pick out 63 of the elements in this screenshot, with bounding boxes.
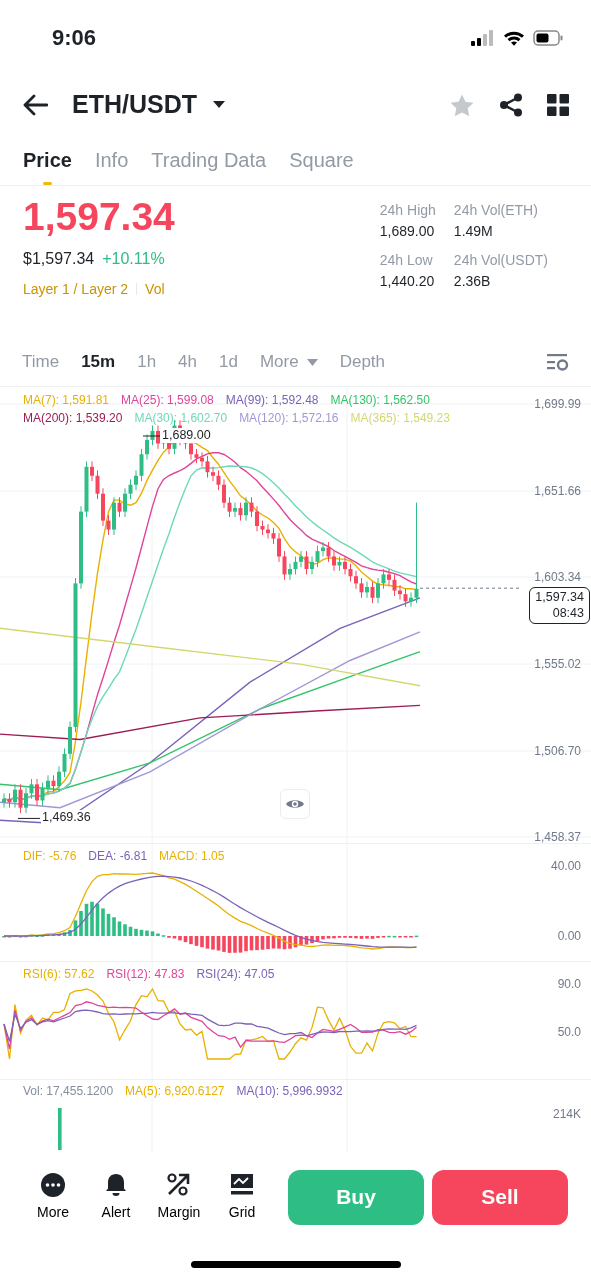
last-price: 1,597.34 [23, 196, 175, 239]
tab[interactable]: Info [94, 145, 129, 185]
stat-value: 2.36B [453, 272, 492, 291]
indicator-label: MA(5): 6,920.6127 [125, 1083, 225, 1100]
interval-tab[interactable]: 15m [81, 349, 116, 375]
stat-label: 24h Low [379, 251, 434, 270]
interval-tab[interactable]: Depth [339, 349, 386, 375]
stat-label: 24h Vol(ETH) [453, 201, 539, 220]
category-tag[interactable]: Layer 1 / Layer 2 [23, 278, 129, 300]
interval-tab[interactable]: 1h [137, 349, 157, 375]
indicator-label: RSI(24): 47.05 [196, 966, 275, 983]
indicator-label: MA(7): 1,591.81 [23, 392, 110, 409]
action-button[interactable]: Alert [89, 1171, 143, 1223]
indicator-label: MA(10): 5,996.9932 [236, 1083, 343, 1100]
axis-label: 0.00 [557, 928, 581, 945]
axis-label: 50.0 [557, 1024, 581, 1041]
stat-value: 1,440.20 [379, 272, 436, 291]
indicator-label: MA(30): 1,602.70 [134, 410, 228, 427]
indicator-label: MA(365): 1,549.23 [350, 410, 450, 427]
axis-label: 1,555.02 [534, 656, 581, 673]
tab[interactable]: Square [289, 145, 354, 185]
indicator-label: MA(130): 1,562.50 [330, 392, 430, 409]
tab[interactable]: Price [23, 145, 72, 185]
interval-tab[interactable]: Time [22, 349, 60, 375]
current-price-tag: 1,597.34 08:43 [529, 587, 590, 624]
axis-label: 214K [552, 1106, 581, 1123]
status-time: 9:06 [52, 24, 97, 52]
high-price-label: 1,689.00 [161, 428, 212, 443]
indicator-label: MA(200): 1,539.20 [23, 410, 123, 427]
axis-label: 40.00 [550, 858, 581, 875]
action-button[interactable]: Margin [152, 1171, 206, 1223]
interval-tab[interactable]: 4h [178, 349, 198, 375]
axis-label: 1,699.99 [534, 396, 581, 413]
indicator-label: MA(25): 1,599.08 [121, 392, 214, 409]
indicator-label: MA(120): 1,572.16 [239, 410, 339, 427]
axis-label: 90.0 [557, 976, 581, 993]
axis-label: 1,651.66 [534, 483, 581, 500]
interval-tab[interactable]: More [259, 349, 299, 375]
indicator-label: DIF: -5.76 [23, 848, 77, 865]
usd-price: $1,597.34 [23, 248, 95, 269]
indicator-label: Vol: 17,455.1200 [23, 1083, 114, 1100]
action-button[interactable]: More [26, 1171, 80, 1223]
indicator-label: DEA: -6.81 [88, 848, 148, 865]
action-button[interactable]: Grid [215, 1171, 269, 1223]
stat-label: 24h High [379, 201, 436, 220]
sell-button[interactable]: Sell [432, 1169, 568, 1225]
interval-tab[interactable]: 1d [219, 349, 238, 375]
indicator-label: MACD: 1.05 [159, 848, 225, 865]
price-change: +10.11% [102, 248, 165, 269]
indicator-label: MA(99): 1,592.48 [225, 392, 319, 409]
pair-title[interactable]: ETH/USDT [72, 86, 197, 124]
low-price-label: 1,469.36 [41, 810, 92, 826]
indicator-label: RSI(6): 57.62 [23, 966, 95, 983]
category-tag[interactable]: Vol [145, 278, 165, 300]
stat-value: 1.49M [453, 222, 494, 241]
axis-label: 1,603.34 [534, 569, 581, 586]
buy-button[interactable]: Buy [288, 1169, 424, 1225]
axis-label: 1,458.37 [534, 829, 581, 846]
stat-label: 24h Vol(USDT) [453, 251, 548, 270]
tab[interactable]: Trading Data [151, 145, 267, 185]
indicator-label: RSI(12): 47.83 [106, 966, 185, 983]
axis-label: 1,506.70 [534, 743, 581, 760]
stat-value: 1,689.00 [379, 222, 436, 241]
